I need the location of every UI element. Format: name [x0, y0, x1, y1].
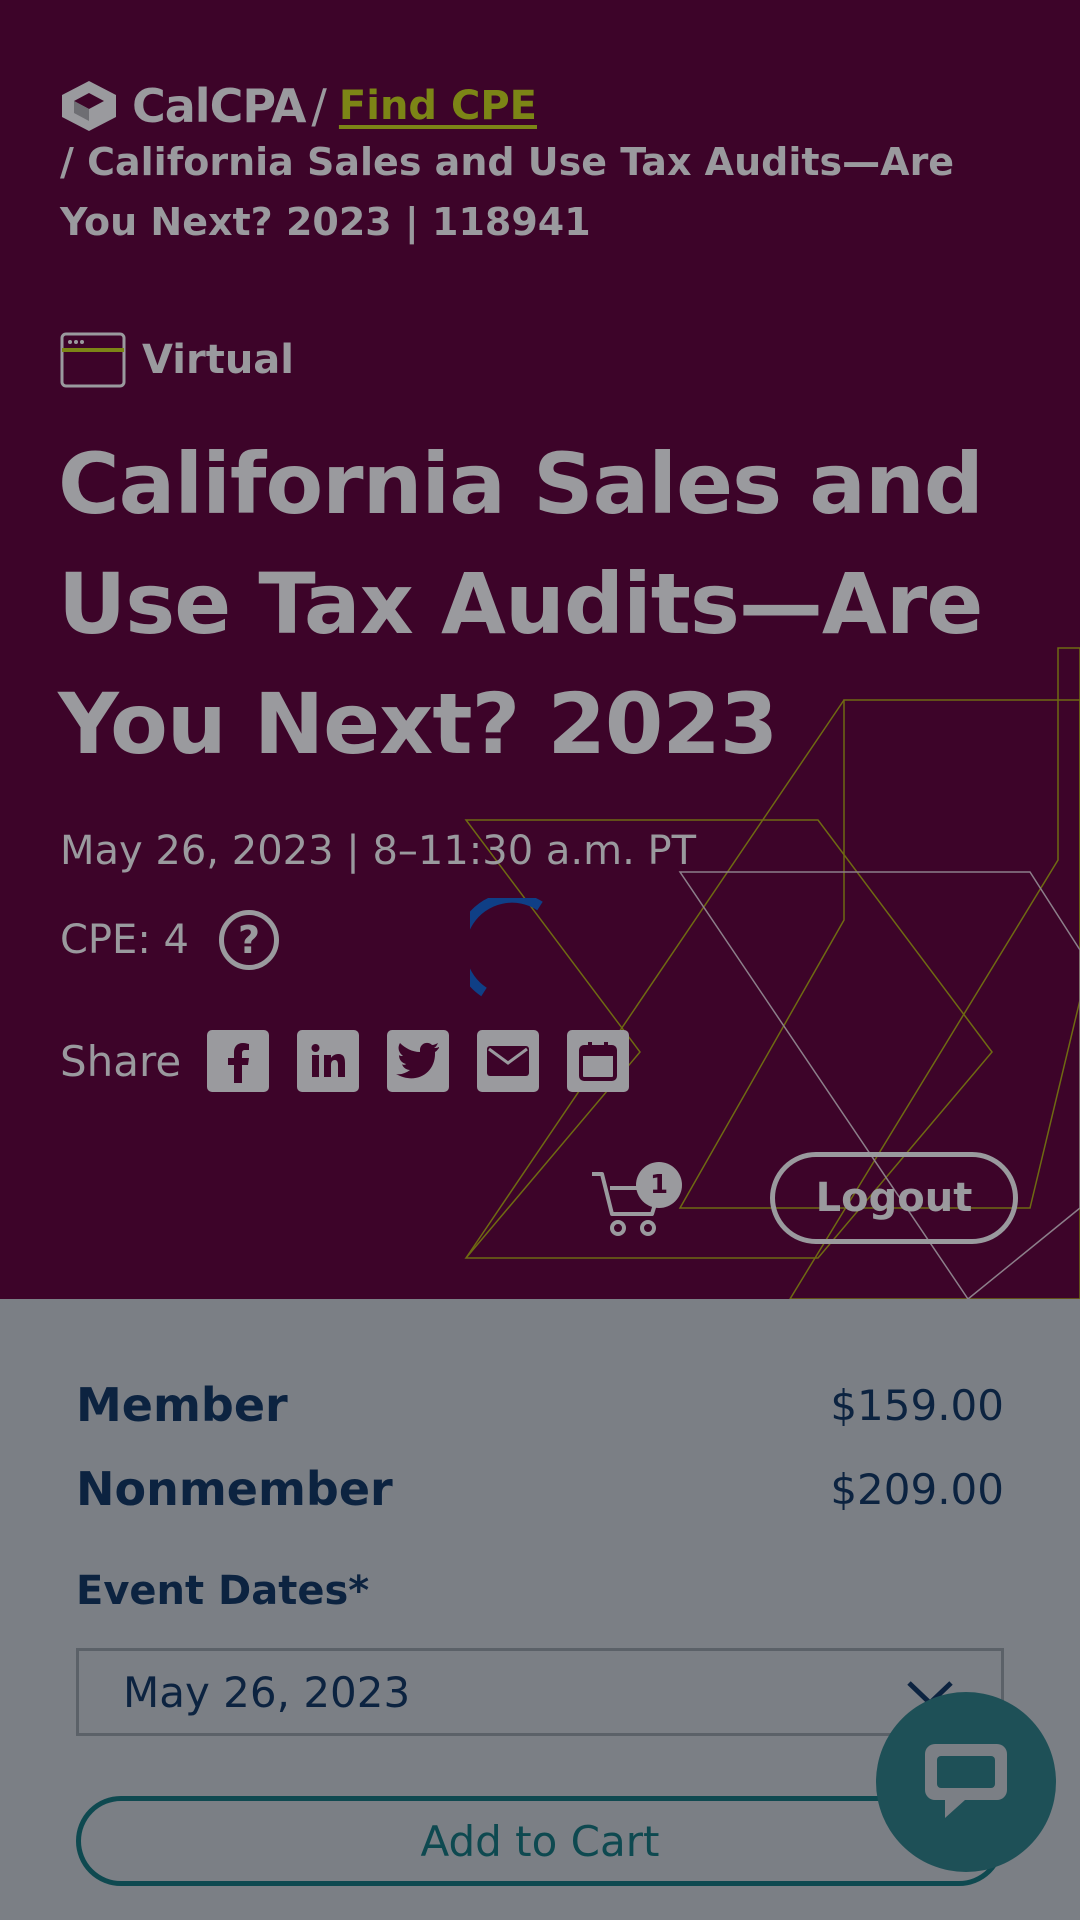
chat-launcher-button[interactable] — [876, 1692, 1056, 1872]
brand-bar: CalCPA / Find CPE — [60, 78, 537, 134]
calcpa-logo-icon — [62, 81, 116, 131]
find-cpe-link[interactable]: Find CPE — [339, 83, 537, 129]
event-date-select[interactable]: May 26, 2023 — [76, 1648, 1004, 1736]
cart-count-badge: 1 — [636, 1162, 682, 1208]
browser-window-icon — [60, 332, 126, 388]
event-format: Virtual — [60, 332, 294, 388]
share-bar: Share — [60, 1030, 657, 1092]
cpe-credits: CPE: 4 ? — [60, 910, 279, 970]
hero-banner: CalCPA / Find CPE / California Sales and… — [0, 0, 1080, 1299]
event-dates-label: Event Dates* — [76, 1568, 370, 1614]
email-icon[interactable] — [477, 1030, 540, 1092]
loading-spinner-icon — [470, 898, 543, 997]
brand-name: CalCPA — [132, 79, 306, 133]
breadcrumb-separator: / — [311, 79, 327, 133]
cpe-label: CPE: 4 — [60, 917, 189, 963]
breadcrumb: / California Sales and Use Tax Audits—Ar… — [60, 140, 955, 244]
page-title: California Sales and Use Tax Audits—Are … — [58, 435, 984, 773]
twitter-icon[interactable] — [387, 1030, 450, 1092]
format-label: Virtual — [142, 337, 294, 383]
price-value: $159.00 — [830, 1380, 1004, 1430]
price-row-nonmember: Nonmember $209.00 — [76, 1462, 1004, 1516]
price-label: Member — [76, 1378, 288, 1432]
chat-bubble-icon — [925, 1744, 1007, 1818]
price-row-member: Member $159.00 — [76, 1378, 1004, 1432]
price-value: $209.00 — [830, 1464, 1004, 1514]
add-to-cart-button[interactable]: Add to Cart — [76, 1796, 1004, 1886]
logout-button[interactable]: Logout — [770, 1152, 1018, 1244]
price-label: Nonmember — [76, 1462, 393, 1516]
selected-date: May 26, 2023 — [123, 1667, 411, 1717]
facebook-icon[interactable] — [207, 1030, 270, 1092]
help-icon[interactable]: ? — [218, 910, 279, 970]
linkedin-icon[interactable] — [297, 1030, 360, 1092]
share-label: Share — [60, 1036, 182, 1086]
event-datetime: May 26, 2023 | 8–11:30 a.m. PT — [60, 828, 697, 874]
calendar-icon[interactable] — [567, 1030, 630, 1092]
